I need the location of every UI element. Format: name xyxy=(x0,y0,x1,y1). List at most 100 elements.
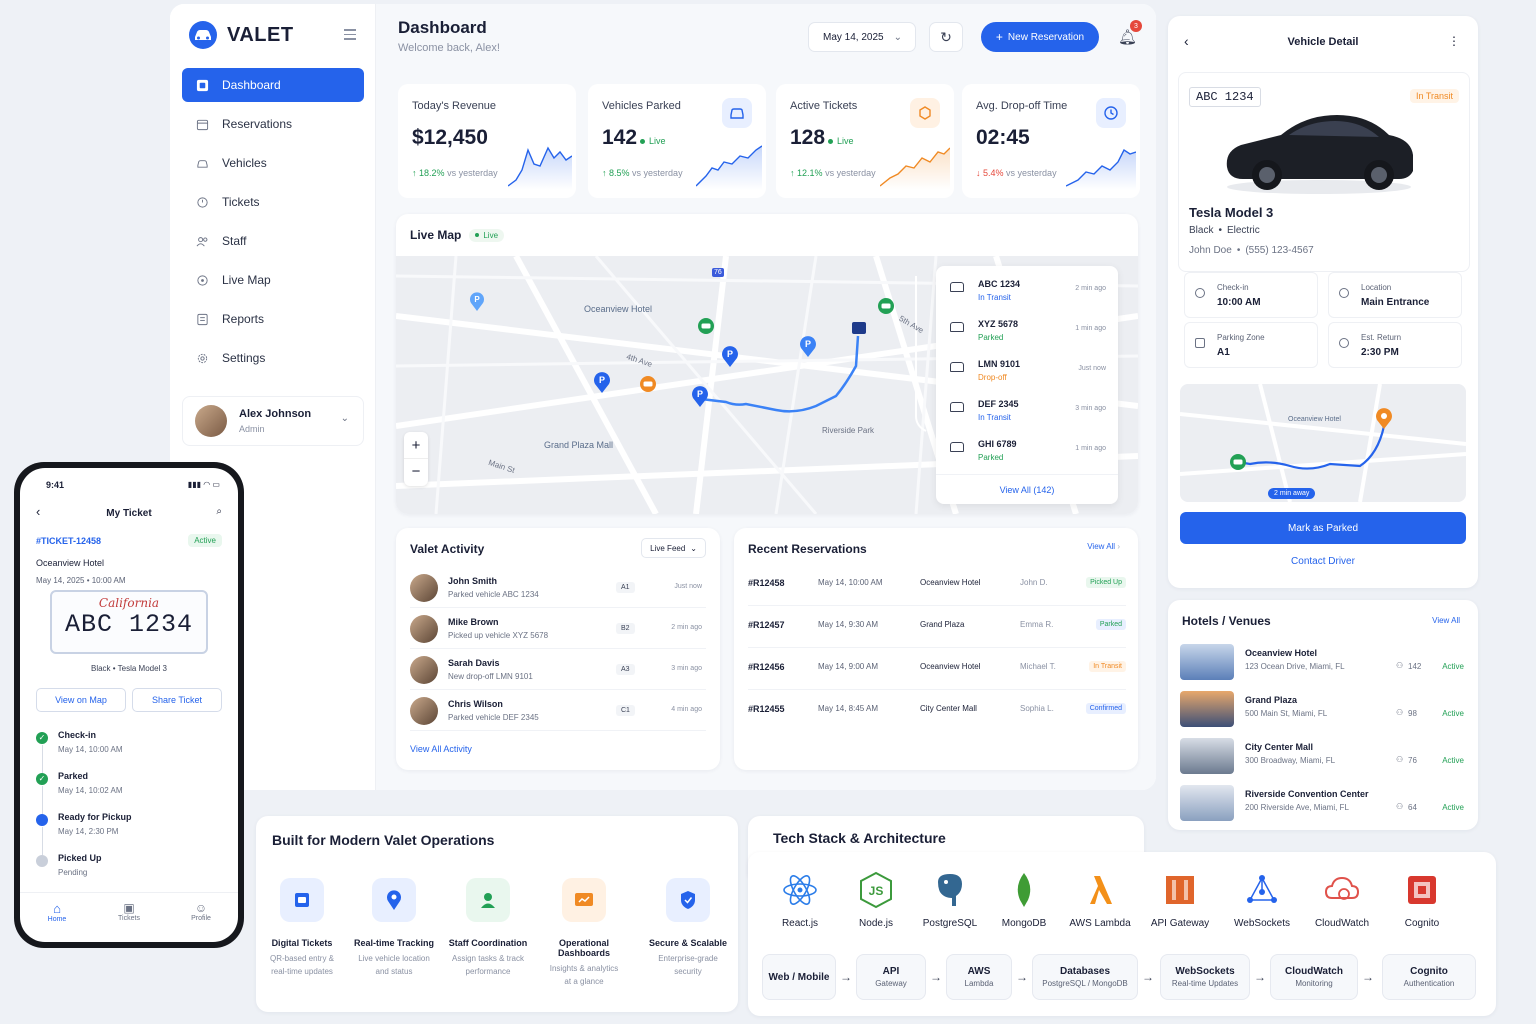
menu-toggle-icon[interactable] xyxy=(344,29,356,40)
tech-item-websockets: WebSockets xyxy=(1224,868,1300,929)
status-badge: Confirmed xyxy=(1085,703,1126,714)
owner-phone[interactable]: (555) 123-4567 xyxy=(1245,245,1313,256)
tech-name: React.js xyxy=(781,918,819,929)
table-row[interactable]: #R12455 May 14, 8:45 AM City Center Mall So… xyxy=(748,690,1126,732)
vehicle-list-item[interactable]: XYZ 5678 Parked 1 min ago xyxy=(936,310,1118,350)
stat-card-vehicles-parked[interactable]: Vehicles Parked 142 Live ↑ 8.5% vs yeste… xyxy=(588,84,766,198)
vehicle-marker[interactable] xyxy=(876,296,896,323)
reservation-venue: Oceanview Hotel xyxy=(920,578,981,587)
home-icon: ⌂ xyxy=(53,901,61,916)
timeline-title: Check-in xyxy=(58,730,97,740)
tab-profile[interactable]: ☺ Profile xyxy=(186,901,216,922)
sidebar-item-settings[interactable]: Settings xyxy=(182,341,364,375)
vehicle-list-item[interactable]: LMN 9101 Drop-off Just now xyxy=(936,350,1118,390)
list-item[interactable]: Grand Plaza 500 Main St, Miami, FL ⚇ 98 Acti… xyxy=(1180,689,1466,733)
date-picker[interactable]: May 14, 2025 ⌄ xyxy=(808,22,916,52)
vehicle-list-panel: ABC 1234 In Transit 2 min ago XYZ 5678 Parke… xyxy=(936,266,1118,504)
profile-icon: ☺ xyxy=(194,901,208,915)
reservation-guest: Michael T. xyxy=(1020,662,1056,671)
list-item[interactable]: Oceanview Hotel 123 Ocean Drive, Miami, F… xyxy=(1180,642,1466,686)
route-map[interactable]: Oceanview Hotel 2 min away xyxy=(1180,384,1466,502)
venue-name: Grand Plaza xyxy=(1245,695,1298,705)
vehicle-time: 3 min ago xyxy=(1075,405,1106,412)
tech-item-react-js: React.js xyxy=(762,868,838,929)
stat-card-revenue[interactable]: Today's Revenue $12,450 ↑ 18.2% vs yeste… xyxy=(398,84,576,198)
vehicle-marker[interactable] xyxy=(638,374,658,401)
parking-marker[interactable]: P xyxy=(798,334,818,363)
list-item[interactable]: City Center Mall 300 Broadway, Miami, FL ⚇… xyxy=(1180,736,1466,780)
sidebar-item-vehicles[interactable]: Vehicles xyxy=(182,146,364,180)
activity-item[interactable]: Chris Wilson Parked vehicle DEF 2345 C1 4 m… xyxy=(410,691,706,731)
architecture-node-title: WebSockets xyxy=(1175,966,1235,977)
tab-home[interactable]: ⌂ Home xyxy=(42,901,72,923)
parking-marker[interactable]: P xyxy=(592,370,612,399)
stat-card-dropoff-time[interactable]: Avg. Drop-off Time 02:45 ↓ 5.4% vs yeste… xyxy=(962,84,1140,198)
sidebar-item-reservations[interactable]: Reservations xyxy=(182,107,364,141)
stat-card-active-tickets[interactable]: Active Tickets 128 Live ↑ 12.1% vs yeste… xyxy=(776,84,954,198)
view-all-vehicles-link[interactable]: View All (142) xyxy=(936,474,1118,504)
tech-name: Cognito xyxy=(1404,918,1440,929)
car-marker-icon[interactable] xyxy=(852,322,866,334)
view-all-hotels-link[interactable]: View All xyxy=(1432,616,1460,625)
slot-badge: C1 xyxy=(616,705,635,716)
list-item[interactable]: Riverside Convention Center 200 Riverside… xyxy=(1180,783,1466,827)
architecture-node: CloudWatch Monitoring xyxy=(1270,954,1358,1000)
live-map-title: Live Map xyxy=(410,228,462,242)
activity-item[interactable]: Mike Brown Picked up vehicle XYZ 5678 B2 2 … xyxy=(410,609,706,649)
detail-field: Est. Return 2:30 PM xyxy=(1328,322,1462,368)
map-canvas[interactable]: Oceanview Hotel Grand Plaza Mall Riversi… xyxy=(396,256,1138,514)
vehicle-list-item[interactable]: GHI 6789 Parked 1 min ago xyxy=(936,430,1118,470)
recent-reservations-card: Recent Reservations View All › #R12458 Ma… xyxy=(734,528,1138,770)
new-reservation-button[interactable]: + New Reservation xyxy=(981,22,1099,52)
sidebar-item-reports[interactable]: Reports xyxy=(182,302,364,336)
postgresql-logo-icon xyxy=(912,868,988,912)
tab-tickets[interactable]: ▣ Tickets xyxy=(114,901,144,922)
user-menu[interactable]: Alex Johnson Admin ⌄ xyxy=(182,396,364,446)
parking-marker[interactable]: P xyxy=(690,384,710,413)
architecture-node: WebSockets Real-time Updates xyxy=(1160,954,1250,1000)
vehicle-list-item[interactable]: ABC 1234 In Transit 2 min ago xyxy=(936,270,1118,310)
arrow-right-icon: → xyxy=(840,970,852,984)
sidebar-item-staff[interactable]: Staff xyxy=(182,224,364,258)
parking-marker[interactable]: P xyxy=(720,344,740,373)
reservation-date: May 14, 10:00 AM xyxy=(818,578,883,587)
activity-item[interactable]: Sarah Davis New drop-off LMN 9101 A3 3 min … xyxy=(410,650,706,690)
vehicle-plate: LMN 9101 xyxy=(978,359,1021,369)
ticket-icon xyxy=(197,196,208,208)
vehicle-marker[interactable] xyxy=(696,316,716,343)
activity-item[interactable]: John Smith Parked vehicle ABC 1234 A1 Just … xyxy=(410,568,706,608)
share-ticket-button[interactable]: Share Ticket xyxy=(132,688,222,712)
feature-digital-tickets: Digital Tickets QR-based entry & real-time… xyxy=(252,878,352,978)
view-on-map-button[interactable]: View on Map xyxy=(36,688,126,712)
activity-desc: Parked vehicle DEF 2345 xyxy=(448,713,539,722)
parking-marker[interactable]: P xyxy=(468,290,486,317)
sidebar-item-live-map[interactable]: Live Map xyxy=(182,263,364,297)
sidebar-item-tickets[interactable]: Tickets xyxy=(182,185,364,219)
contact-driver-link[interactable]: Contact Driver xyxy=(1168,556,1478,567)
vehicle-list-item[interactable]: DEF 2345 In Transit 3 min ago xyxy=(936,390,1118,430)
view-all-reservations-link[interactable]: View All › xyxy=(1087,542,1120,551)
sidebar-item-label: Reports xyxy=(222,312,265,326)
venue-address: 123 Ocean Drive, Miami, FL xyxy=(1245,662,1345,671)
table-row[interactable]: #R12456 May 14, 9:00 AM Oceanview Hotel Mic… xyxy=(748,648,1126,690)
venue-thumbnail xyxy=(1180,738,1234,774)
zoom-out-button[interactable]: − xyxy=(404,459,428,486)
hotels-venues-card: Hotels / Venues View All Oceanview Hotel… xyxy=(1168,600,1478,830)
more-options-icon[interactable]: ⋮ xyxy=(1448,34,1460,48)
feed-filter-dropdown[interactable]: Live Feed ⌄ xyxy=(641,538,706,558)
table-row[interactable]: #R12458 May 14, 10:00 AM Oceanview Hotel Jo… xyxy=(748,564,1126,606)
activity-name: Chris Wilson xyxy=(448,699,503,709)
svg-text:P: P xyxy=(474,295,480,304)
tab-label: Profile xyxy=(191,915,211,922)
sparkline-chart xyxy=(880,147,950,190)
table-row[interactable]: #R12457 May 14, 9:30 AM Grand Plaza Emma R.… xyxy=(748,606,1126,648)
zoom-in-button[interactable]: + xyxy=(404,432,428,459)
mark-as-parked-button[interactable]: Mark as Parked xyxy=(1180,512,1466,544)
clock-icon xyxy=(1195,288,1205,298)
sidebar-item-dashboard[interactable]: Dashboard xyxy=(182,68,364,102)
view-all-activity-link[interactable]: View All Activity xyxy=(410,744,472,754)
status-dot-icon xyxy=(36,855,48,867)
brand-logo[interactable]: VALET xyxy=(188,20,294,50)
qr-scan-icon[interactable]: ⌕ xyxy=(216,506,222,517)
refresh-button[interactable]: ↻ xyxy=(929,22,963,52)
